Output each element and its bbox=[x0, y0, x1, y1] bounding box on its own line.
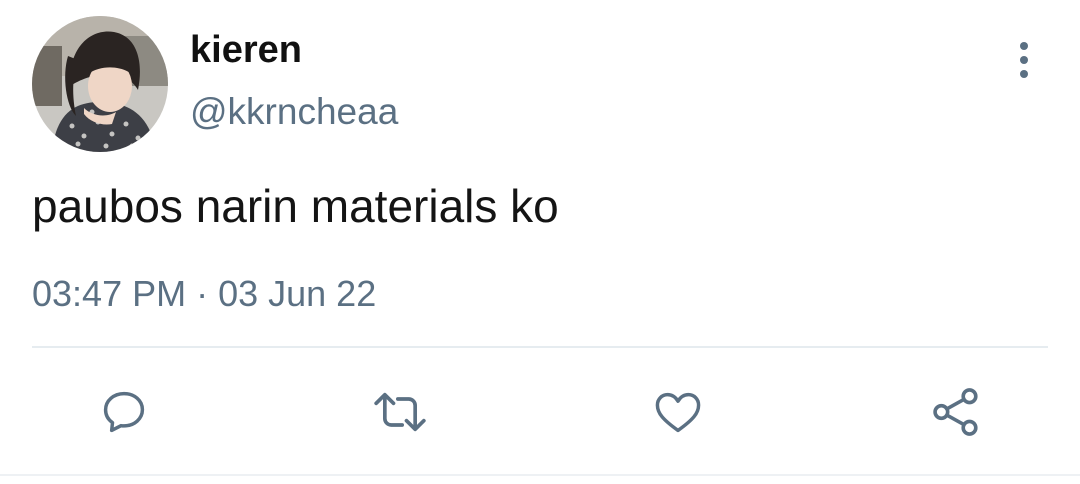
more-options-button[interactable] bbox=[1004, 40, 1044, 80]
avatar[interactable] bbox=[32, 16, 168, 152]
tweet-timestamp[interactable]: 03:47 PM · 03 Jun 22 bbox=[32, 272, 376, 316]
tweet-date: 03 Jun 22 bbox=[218, 273, 377, 314]
like-button[interactable] bbox=[646, 382, 710, 442]
heart-icon bbox=[655, 392, 701, 433]
share-icon bbox=[933, 388, 978, 436]
tweet-text: paubos narin materials ko bbox=[32, 180, 559, 232]
meta-separator: · bbox=[196, 273, 209, 314]
reply-button[interactable] bbox=[92, 382, 156, 442]
user-handle[interactable]: @kkrncheaa bbox=[190, 90, 398, 134]
retweet-button[interactable] bbox=[368, 382, 432, 442]
more-vertical-icon bbox=[1020, 42, 1028, 78]
retweet-icon bbox=[374, 392, 426, 432]
reply-icon bbox=[103, 391, 145, 433]
bottom-divider bbox=[0, 474, 1080, 476]
display-name[interactable]: kieren bbox=[190, 28, 302, 72]
share-button[interactable] bbox=[924, 382, 988, 442]
tweet-time: 03:47 PM bbox=[32, 273, 187, 314]
avatar-photo bbox=[32, 16, 168, 152]
divider bbox=[32, 346, 1048, 348]
